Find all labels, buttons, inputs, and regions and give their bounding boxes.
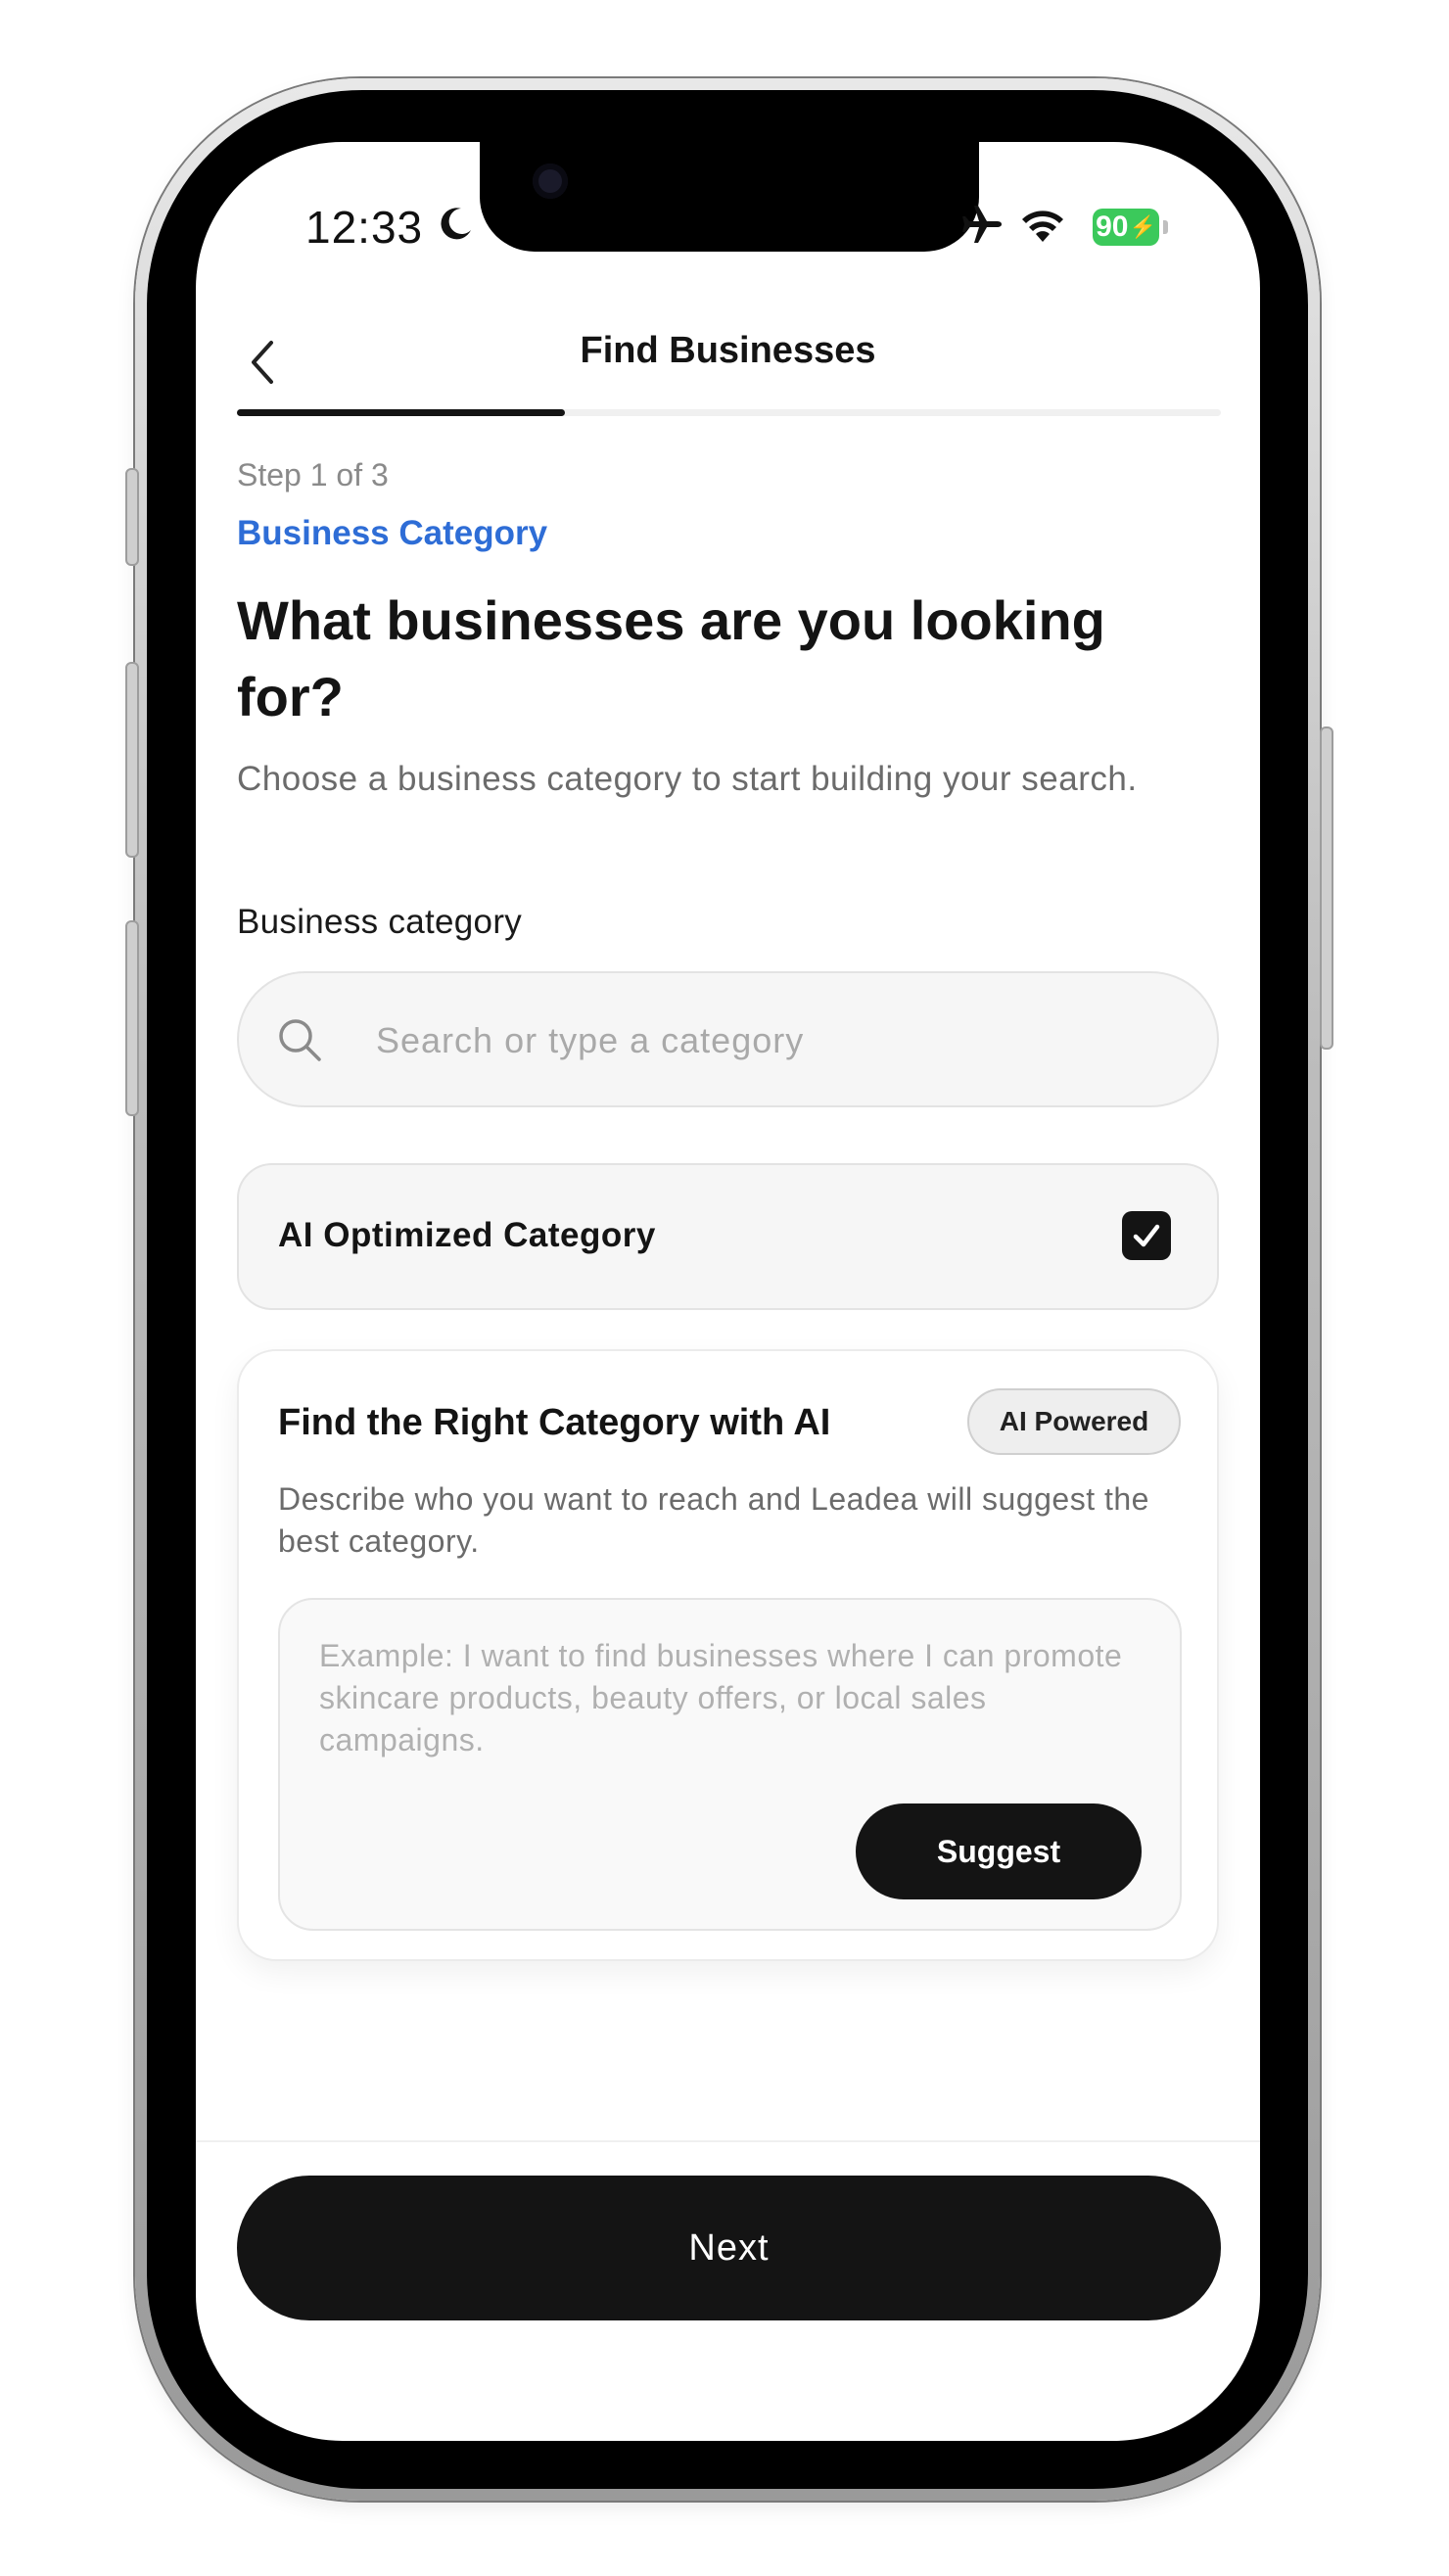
page-title: Find Businesses: [580, 330, 876, 371]
phone-screen: 12:33 90 ⚡ Find Businesses Step 1 of 3 Bu…: [196, 142, 1260, 2441]
ai-card-title: Find the Right Category with AI: [278, 1402, 831, 1443]
ai-optimized-category-label: AI Optimized Category: [278, 1216, 656, 1254]
question-heading: What businesses are you looking for?: [237, 589, 1105, 727]
ai-card-description: Describe who you want to reach and Leade…: [278, 1481, 1149, 1559]
phone-side-button: [125, 662, 139, 858]
category-search-input[interactable]: [374, 973, 1181, 1107]
battery-icon: 90 ⚡: [1093, 209, 1159, 246]
status-icons: [959, 203, 1067, 246]
notch: [480, 142, 979, 252]
moon-icon: [441, 208, 471, 240]
status-time: 12:33: [305, 202, 424, 253]
footer-divider: [196, 2140, 1260, 2142]
category-search-box[interactable]: [237, 971, 1219, 1107]
ai-optimized-checkbox[interactable]: [1122, 1211, 1171, 1260]
step-progress-bar: [237, 409, 1221, 416]
suggest-button[interactable]: Suggest: [856, 1803, 1142, 1899]
phone-side-button: [1320, 726, 1333, 1050]
next-button[interactable]: Next: [237, 2176, 1221, 2320]
battery-tip: [1163, 220, 1168, 234]
checkmark-icon: [1133, 1224, 1160, 1247]
ai-description-input[interactable]: [317, 1633, 1144, 1794]
business-category-label: Business category: [237, 903, 523, 941]
step-indicator: Step 1 of 3: [237, 457, 389, 492]
battery-level: 90: [1096, 211, 1129, 243]
front-camera: [533, 164, 568, 199]
step-name: Business Category: [237, 514, 548, 552]
ai-powered-badge: AI Powered: [967, 1388, 1181, 1455]
ai-optimized-category-row[interactable]: AI Optimized Category: [237, 1163, 1219, 1310]
phone-side-button: [125, 468, 139, 566]
ai-category-card: Find the Right Category with AI AI Power…: [237, 1349, 1219, 1961]
step-progress-fill: [237, 409, 565, 416]
search-icon: [279, 1019, 321, 1061]
phone-side-button: [125, 920, 139, 1116]
wifi-icon: [1022, 211, 1063, 242]
question-subtitle: Choose a business category to start buil…: [237, 760, 1138, 798]
airplane-icon: [962, 206, 1002, 243]
ai-description-box[interactable]: Suggest: [278, 1598, 1182, 1931]
